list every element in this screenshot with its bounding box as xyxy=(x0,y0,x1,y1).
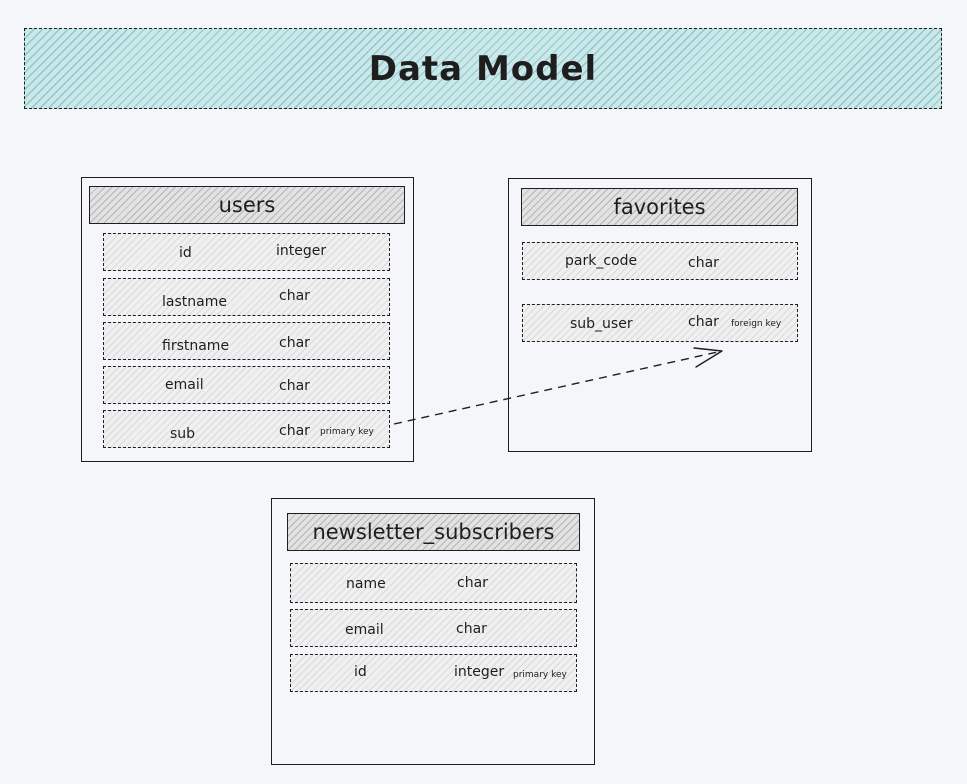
relationship-line xyxy=(393,350,723,425)
relationship-arrow xyxy=(393,347,723,425)
arrowhead-icon xyxy=(693,347,723,368)
